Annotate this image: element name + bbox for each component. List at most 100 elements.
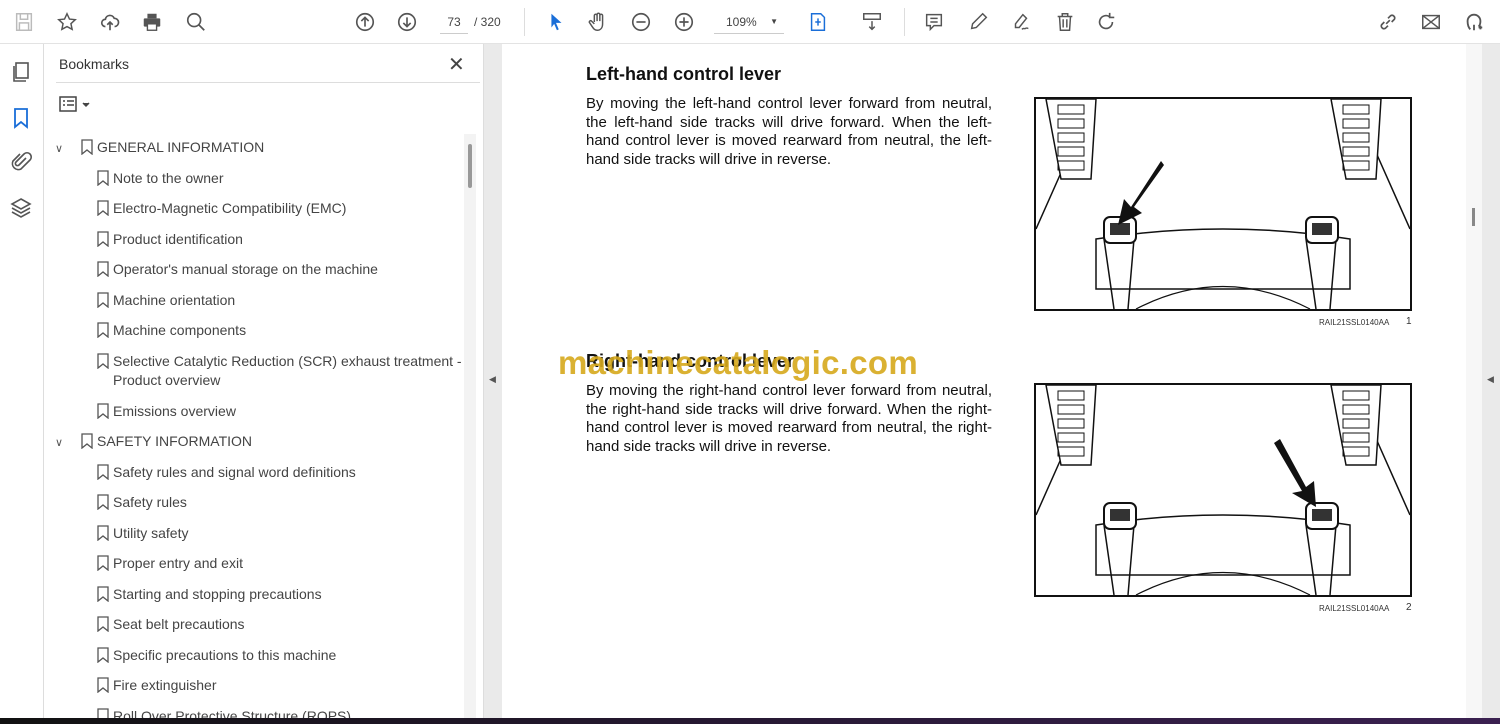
document-scrollbar[interactable] <box>1466 44 1482 718</box>
bookmark-item[interactable]: Seat belt precautions <box>97 615 483 634</box>
delete-icon[interactable] <box>1051 8 1079 36</box>
bookmark-label: Seat belt precautions <box>113 616 245 632</box>
page-total: / 320 <box>474 15 501 29</box>
figure-line <box>1118 161 1164 225</box>
panel-title: Bookmarks <box>59 56 130 72</box>
chevron-down-icon[interactable]: ∨ <box>55 140 63 159</box>
bookmark-item[interactable]: Safety rules <box>97 493 483 512</box>
collapse-right-icon[interactable]: ◀ <box>1487 374 1494 385</box>
bookmark-item[interactable]: ∨ SAFETY INFORMATION <box>55 432 467 451</box>
left-nav-rail <box>0 44 44 718</box>
bookmark-item[interactable]: Machine orientation <box>97 291 483 310</box>
watermark: machinecatalogic.com <box>558 344 918 381</box>
bookmark-item[interactable]: Emissions overview <box>97 402 483 421</box>
page-up-icon[interactable] <box>351 8 379 36</box>
bookmark-label: Specific precautions to this machine <box>113 646 337 663</box>
zoom-out-icon[interactable] <box>627 8 655 36</box>
figure-line <box>1274 439 1316 507</box>
print-icon[interactable] <box>138 8 166 36</box>
figure-caption: RAIL21SSL0140AA <box>1319 604 1390 613</box>
bookmark-icon <box>97 677 109 693</box>
attachment-icon[interactable] <box>9 150 33 174</box>
bookmark-icon <box>97 524 109 541</box>
bookmark-label: Product identification <box>113 230 243 247</box>
taskbar-strip <box>0 718 1500 724</box>
upload-cloud-icon[interactable] <box>96 8 124 36</box>
figure-line <box>1312 509 1332 521</box>
bookmark-item[interactable]: Specific precautions to this machine <box>97 646 483 665</box>
sign-icon[interactable] <box>1007 8 1035 36</box>
figure-right-lever <box>1034 383 1412 597</box>
section-heading: Left-hand control lever <box>586 64 782 84</box>
bookmark-item[interactable]: Note to the owner <box>97 169 483 188</box>
bookmark-icon <box>97 322 109 338</box>
section-body: By moving the left-hand control lever fo… <box>586 95 992 168</box>
bookmark-label: Safety rules <box>113 494 187 510</box>
divider <box>56 82 480 83</box>
zoom-select[interactable]: 109% ▼ <box>714 10 784 34</box>
share-link-icon[interactable] <box>1374 8 1402 36</box>
figure-left-lever <box>1034 97 1412 311</box>
bookmark-icon[interactable] <box>9 106 33 130</box>
highlight-pen-icon[interactable] <box>965 8 993 36</box>
bookmark-item[interactable]: Safety rules and signal word definitions <box>97 463 483 482</box>
figure-line <box>1312 223 1332 235</box>
bookmark-item[interactable]: Operator's manual storage on the machine <box>97 260 483 279</box>
document-scrollbar-thumb[interactable] <box>1472 208 1475 226</box>
bookmark-icon <box>97 200 109 216</box>
figure-line <box>1110 223 1130 235</box>
close-icon[interactable]: ✕ <box>448 52 465 77</box>
divider <box>904 8 905 36</box>
figure-line <box>1045 384 1097 466</box>
bookmark-item[interactable]: Utility safety <box>97 524 483 543</box>
select-cursor-icon[interactable] <box>542 8 570 36</box>
page-thumbnails-icon[interactable] <box>9 60 33 84</box>
bookmark-label: Electro-Magnetic Compatibility (EMC) <box>113 200 347 216</box>
bookmark-item[interactable]: Selective Catalytic Reduction (SCR) exha… <box>97 352 483 390</box>
bookmark-icon <box>97 230 109 247</box>
figure-line <box>1103 238 1135 310</box>
bookmark-icon <box>97 261 109 277</box>
bookmarks-panel: Bookmarks ✕ ∨ GENERAL INFORMATION Note to … <box>44 44 484 724</box>
chevron-down-icon[interactable]: ∨ <box>55 434 63 453</box>
rotate-icon[interactable] <box>1092 8 1120 36</box>
bookmark-icon <box>97 352 109 369</box>
figure-line <box>1330 98 1382 180</box>
bookmark-item[interactable]: Electro-Magnetic Compatibility (EMC) <box>97 199 483 218</box>
account-icon[interactable] <box>1460 8 1488 36</box>
bookmark-item[interactable]: Proper entry and exit <box>97 554 483 573</box>
star-icon[interactable] <box>53 8 81 36</box>
fit-page-icon[interactable] <box>804 8 832 36</box>
figure-line <box>1135 285 1311 310</box>
bookmark-item[interactable]: Product identification <box>97 230 483 249</box>
bookmark-icon <box>97 555 109 571</box>
toolbar: 73 / 320 109% ▼ <box>0 0 1500 44</box>
page-down-icon[interactable] <box>393 8 421 36</box>
bookmark-item[interactable]: Starting and stopping precautions <box>97 585 483 604</box>
figure-line <box>1330 384 1382 466</box>
comment-icon[interactable] <box>920 8 948 36</box>
zoom-value: 109% <box>726 15 757 29</box>
bookmark-item[interactable]: ∨ GENERAL INFORMATION <box>55 138 467 157</box>
search-zoom-icon[interactable] <box>182 8 210 36</box>
bookmark-icon <box>97 585 109 602</box>
email-icon[interactable] <box>1417 8 1445 36</box>
bookmark-label: GENERAL INFORMATION <box>97 139 265 155</box>
zoom-in-icon[interactable] <box>670 8 698 36</box>
bookmark-icon <box>97 291 109 308</box>
collapse-left-icon[interactable]: ◀ <box>489 374 496 385</box>
scroll-mode-icon[interactable] <box>858 8 886 36</box>
layers-icon[interactable] <box>9 196 33 220</box>
bookmark-icon <box>81 139 93 155</box>
hand-icon[interactable] <box>584 8 612 36</box>
bookmark-item[interactable]: Machine components <box>97 321 483 340</box>
bookmark-options-icon[interactable] <box>58 94 94 116</box>
bookmark-label: Emissions overview <box>113 402 236 419</box>
bookmark-icon <box>97 494 109 510</box>
bookmark-label: Starting and stopping precautions <box>113 585 322 602</box>
bookmark-icon <box>97 169 109 186</box>
save-icon[interactable] <box>10 8 38 36</box>
page-number-input[interactable]: 73 <box>440 10 468 34</box>
bookmark-item[interactable]: Fire extinguisher <box>97 676 483 695</box>
bookmark-icon <box>81 433 93 449</box>
